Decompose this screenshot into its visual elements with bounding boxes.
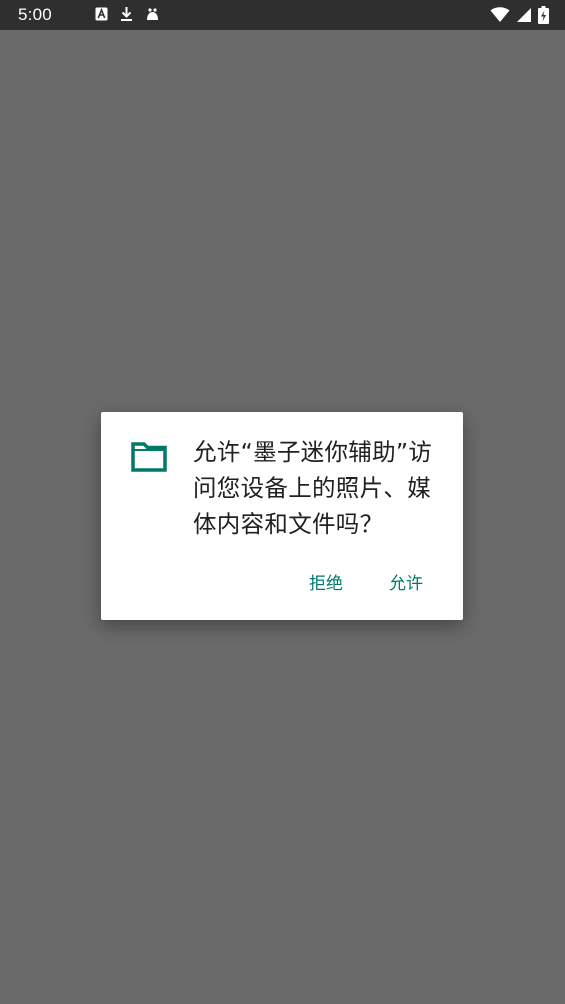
text-a-icon — [95, 7, 108, 21]
permission-dialog: 允许“墨子迷你辅助”访问您设备上的照片、媒体内容和文件吗？ 拒绝 允许 — [101, 412, 463, 620]
signal-icon — [517, 8, 531, 22]
deny-button[interactable]: 拒绝 — [309, 569, 343, 594]
status-notification-icons — [95, 6, 160, 22]
status-bar: 5:00 — [0, 0, 565, 30]
wifi-icon — [490, 7, 510, 22]
status-system-icons — [490, 6, 549, 24]
status-time: 5:00 — [18, 5, 52, 24]
dialog-button-bar: 拒绝 允许 — [309, 569, 423, 594]
battery-charging-icon — [538, 6, 549, 24]
dialog-message: 允许“墨子迷你辅助”访问您设备上的照片、媒体内容和文件吗？ — [193, 438, 433, 538]
folder-icon — [131, 442, 167, 472]
app-notification-icon — [147, 7, 158, 20]
download-icon — [121, 7, 132, 21]
allow-button[interactable]: 允许 — [389, 569, 423, 594]
screen: 5:00 允许“墨子迷你辅助”访问您设备上的照片、媒体内容和文件吗？ 拒绝 允许 — [0, 0, 565, 1004]
